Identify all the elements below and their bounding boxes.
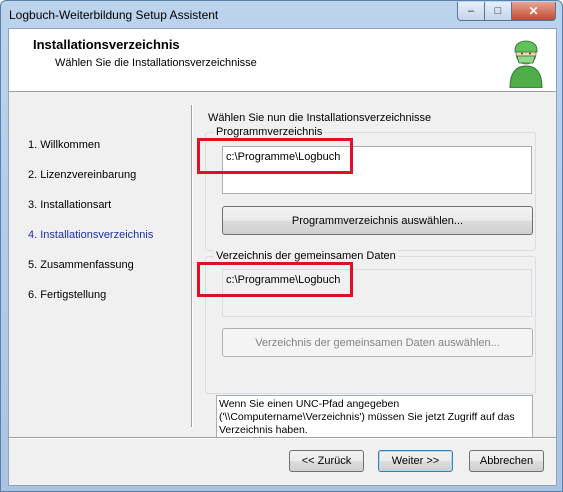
page-subtitle: Wählen Sie die Installationsverzeichniss… bbox=[55, 57, 257, 69]
step-finish: 6. Fertigstellung bbox=[28, 289, 107, 301]
cancel-button[interactable]: Abbrechen bbox=[469, 450, 544, 472]
step-license: 2. Lizenzvereinbarung bbox=[28, 169, 137, 181]
shared-data-directory-label: Verzeichnis der gemeinsamen Daten bbox=[214, 250, 398, 262]
caption-buttons: – □ ✕ bbox=[457, 2, 556, 21]
wizard-header: Installationsverzeichnis Wählen Sie die … bbox=[9, 29, 556, 92]
steps-list: 1. Willkommen 2. Lizenzvereinbarung 3. I… bbox=[9, 92, 189, 432]
minimize-button[interactable]: – bbox=[457, 2, 485, 21]
back-button[interactable]: << Zurück bbox=[289, 450, 364, 472]
dialog-client: Installationsverzeichnis Wählen Sie die … bbox=[8, 28, 557, 486]
step-summary: 5. Zusammenfassung bbox=[28, 259, 134, 271]
intro-text: Wählen Sie nun die Installationsverzeich… bbox=[208, 112, 432, 124]
surgeon-icon bbox=[509, 40, 543, 88]
select-shared-data-directory-button: Verzeichnis der gemeinsamen Daten auswäh… bbox=[222, 328, 533, 357]
title-bar[interactable]: Logbuch-Weiterbildung Setup Assistent – … bbox=[1, 1, 562, 28]
close-button[interactable]: ✕ bbox=[512, 2, 556, 21]
window-title: Logbuch-Weiterbildung Setup Assistent bbox=[9, 8, 219, 22]
page-title: Installationsverzeichnis bbox=[33, 37, 180, 52]
step-install-directory: 4. Installationsverzeichnis bbox=[28, 229, 154, 241]
shared-path-highlight bbox=[197, 262, 353, 297]
footer-divider bbox=[9, 437, 556, 438]
steps-divider bbox=[191, 105, 192, 427]
program-directory-label: Programmverzeichnis bbox=[214, 126, 325, 138]
next-button[interactable]: Weiter >> bbox=[378, 450, 453, 472]
select-program-directory-button[interactable]: Programmverzeichnis auswählen... bbox=[222, 206, 533, 235]
unc-info-text: Wenn Sie einen UNC-Pfad angegeben ('\\Co… bbox=[216, 395, 533, 439]
maximize-button[interactable]: □ bbox=[485, 2, 512, 21]
step-welcome: 1. Willkommen bbox=[28, 139, 101, 151]
program-path-highlight bbox=[197, 138, 353, 174]
step-install-type: 3. Installationsart bbox=[28, 199, 112, 211]
setup-window: Logbuch-Weiterbildung Setup Assistent – … bbox=[0, 0, 563, 492]
